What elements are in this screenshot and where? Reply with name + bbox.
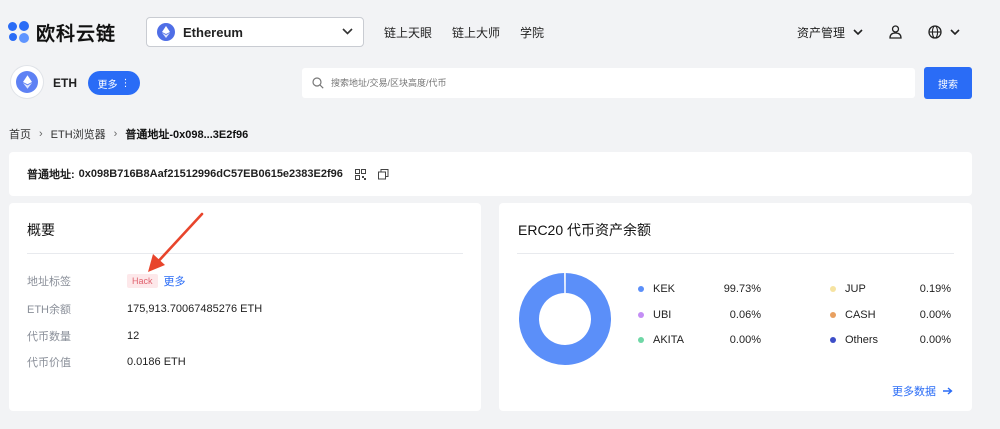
search-input[interactable] [331, 78, 905, 88]
legend-pct: 0.06% [729, 309, 761, 321]
row-key: 代币价值 [27, 357, 71, 369]
breadcrumb-eth-browser[interactable]: ETH浏览器 [51, 126, 106, 142]
nav-item-onchain-master[interactable]: 链上大师 [452, 24, 500, 41]
legend-item-others: Others [830, 334, 878, 346]
breadcrumb-current: 普通地址-0x098...3E2f96 [125, 129, 249, 141]
search-box [302, 68, 915, 98]
erc20-donut-chart [519, 273, 611, 365]
chevron-right-icon: › [39, 128, 43, 140]
row-value: 175,913.70067485276 ETH [127, 303, 263, 315]
hack-tag: Hack [127, 274, 158, 288]
row-key: ETH余额 [27, 304, 71, 316]
row-key: 代币数量 [27, 331, 71, 343]
row-address-tag: 地址标签 Hack 更多 [27, 273, 186, 289]
legend-pct: 0.00% [919, 309, 951, 321]
legend-dot [830, 337, 836, 343]
tag-more-link[interactable]: 更多 [164, 273, 186, 289]
logo[interactable]: 欧科云链 [8, 19, 116, 46]
legend-name: CASH [845, 309, 876, 321]
legend-dot [830, 312, 836, 318]
legend-dot [638, 312, 644, 318]
more-data-link[interactable]: 更多数据 [892, 383, 953, 399]
legend-name: UBI [653, 309, 672, 321]
legend-pct: 0.00% [729, 334, 761, 346]
ethereum-icon [157, 23, 176, 41]
legend-item-akita: AKITA [638, 334, 684, 346]
legend-name: JUP [845, 283, 866, 295]
main-nav: 链上天眼 链上大师 学院 [384, 24, 544, 41]
legend-name: Others [845, 334, 879, 346]
coin-label: ETH [53, 76, 77, 90]
header-right: 资产管理 [797, 24, 960, 41]
annotation-arrow-icon [148, 212, 204, 272]
sub-bar: ETH 更多 ⋮ 搜索 [0, 64, 1000, 104]
divider [27, 253, 463, 254]
erc20-card: ERC20 代币资产余额 KEK 99.73% JUP 0.19% UBI 0.06% CA… [499, 203, 972, 411]
overview-card: 概要 地址标签 Hack 更多 ETH余额 175,913.7006748527… [9, 203, 481, 411]
address-card: 普通地址: 0x098B716B8Aaf21512996dC57EB0615e2… [9, 152, 972, 196]
search-button[interactable]: 搜索 [924, 67, 972, 99]
chevron-down-icon [342, 26, 353, 38]
top-bar: 欧科云链 Ethereum 链上天眼 链上大师 学院 资产管理 [0, 0, 1000, 64]
row-value: 12 [127, 330, 140, 342]
row-value: 0.0186 ETH [127, 356, 186, 368]
asset-menu[interactable]: 资产管理 [797, 24, 863, 41]
legend-pct: 0.19% [919, 283, 951, 295]
legend-item-jup: JUP [830, 283, 866, 295]
more-data-label: 更多数据 [892, 386, 936, 398]
chevron-down-icon [950, 29, 960, 35]
legend-item-cash: CASH [830, 309, 876, 321]
address-value: 0x098B716B8Aaf21512996dC57EB0615e2383E2f… [78, 168, 343, 180]
logo-icon [8, 21, 30, 43]
nav-item-academy[interactable]: 学院 [520, 24, 544, 41]
row-token-count: 代币数量 12 [27, 328, 139, 344]
eth-avatar [11, 66, 43, 98]
address-label: 普通地址: [27, 169, 75, 181]
copy-icon[interactable] [377, 168, 389, 180]
logo-text: 欧科云链 [36, 23, 117, 45]
legend-name: KEK [653, 283, 676, 295]
overview-title: 概要 [27, 222, 55, 238]
ethereum-icon [16, 71, 38, 93]
qr-code-icon[interactable] [354, 168, 366, 180]
breadcrumb-home[interactable]: 首页 [9, 126, 31, 142]
legend-pct: 99.73% [723, 283, 761, 295]
more-button[interactable]: 更多 ⋮ [88, 71, 140, 95]
chain-select-label: Ethereum [183, 24, 243, 40]
erc20-title: ERC20 代币资产余额 [518, 222, 652, 238]
more-vertical-icon: ⋮ [120, 77, 131, 89]
row-eth-balance: ETH余额 175,913.70067485276 ETH [27, 301, 262, 317]
more-button-label: 更多 [97, 79, 118, 91]
breadcrumb: 首页 › ETH浏览器 › 普通地址-0x098...3E2f96 [9, 126, 248, 142]
legend-item-kek: KEK [638, 283, 675, 295]
donut-slice-kek [519, 273, 611, 365]
user-icon[interactable] [889, 25, 902, 39]
globe-icon [928, 25, 942, 39]
language-menu[interactable] [928, 25, 960, 39]
legend-dot [638, 337, 644, 343]
legend-dot [638, 286, 644, 292]
chevron-right-icon: › [113, 128, 118, 140]
legend-name: AKITA [653, 334, 684, 346]
search-icon [312, 77, 324, 89]
legend-dot [830, 286, 836, 292]
divider [517, 253, 954, 254]
row-key: 地址标签 [27, 276, 71, 288]
chain-select[interactable]: Ethereum [146, 17, 365, 47]
asset-menu-label: 资产管理 [796, 25, 845, 40]
legend-pct: 0.00% [919, 334, 951, 346]
chevron-down-icon [853, 29, 863, 35]
arrow-right-icon [943, 387, 953, 395]
nav-item-onchain-eye[interactable]: 链上天眼 [384, 24, 432, 41]
row-token-value: 代币价值 0.0186 ETH [27, 354, 186, 370]
legend-item-ubi: UBI [638, 309, 671, 321]
